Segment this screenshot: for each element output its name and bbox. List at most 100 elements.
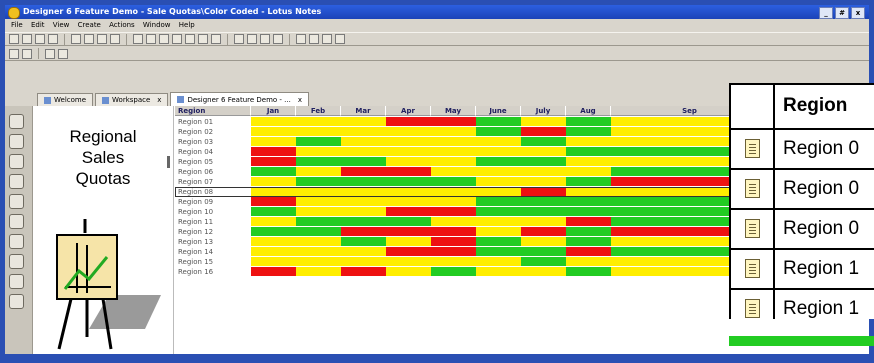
quota-cell[interactable] [566,177,611,186]
quota-cell[interactable] [251,257,296,266]
quota-cell[interactable] [341,177,386,186]
close-button[interactable]: x [851,7,865,19]
quota-cell[interactable] [431,167,476,176]
quota-cell[interactable] [566,217,611,226]
column-header[interactable]: Aug [566,106,611,116]
quota-cell[interactable] [251,177,296,186]
callout-row[interactable]: Region 0 [731,130,874,170]
quota-cell[interactable] [431,197,476,206]
callout-row[interactable]: Region 1 [731,250,874,290]
quota-cell[interactable] [251,247,296,256]
quota-cell[interactable] [476,237,521,246]
quota-cell[interactable] [251,237,296,246]
quota-cell[interactable] [341,127,386,136]
quota-cell[interactable] [341,247,386,256]
bookmark-mail-icon[interactable] [9,134,24,149]
quota-cell[interactable] [521,227,566,236]
quota-cell[interactable] [251,227,296,236]
collapse-icon[interactable] [146,34,156,44]
menu-view[interactable]: View [53,21,70,29]
quota-cell[interactable] [566,227,611,236]
quota-cell[interactable] [341,117,386,126]
column-header[interactable]: Feb [296,106,341,116]
quota-cell[interactable] [341,167,386,176]
stop-icon[interactable] [273,34,283,44]
minimize-button[interactable]: _ [819,7,833,19]
copy-icon[interactable] [84,34,94,44]
column-header[interactable]: May [431,106,476,116]
quota-cell[interactable] [521,117,566,126]
row-label[interactable]: Region 16 [175,267,251,277]
row-label[interactable]: Region 02 [175,127,251,137]
row-label[interactable]: Region 09 [175,197,251,207]
quota-cell[interactable] [386,147,431,156]
quota-cell[interactable] [521,257,566,266]
save-icon[interactable] [35,34,45,44]
bookmark-icon[interactable] [58,48,68,59]
quota-cell[interactable] [386,127,431,136]
quota-cell[interactable] [431,147,476,156]
quota-cell[interactable] [521,207,566,216]
quota-cell[interactable] [431,137,476,146]
row-label[interactable]: Region 05 [175,157,251,167]
quota-cell[interactable] [251,267,296,276]
navigator-scrollbar[interactable] [167,156,170,168]
quota-cell[interactable] [251,127,296,136]
cut-icon[interactable] [71,34,81,44]
tab-close-icon[interactable]: x [157,94,161,106]
column-header[interactable]: Jan [251,106,296,116]
quota-cell[interactable] [386,207,431,216]
quota-cell[interactable] [476,217,521,226]
quota-cell[interactable] [476,127,521,136]
quota-cell[interactable] [296,217,341,226]
quota-cell[interactable] [386,117,431,126]
quota-cell[interactable] [476,267,521,276]
quota-cell[interactable] [431,217,476,226]
back-icon[interactable] [234,34,244,44]
menu-window[interactable]: Window [143,21,171,29]
quota-cell[interactable] [476,177,521,186]
quota-cell[interactable] [296,227,341,236]
quota-cell[interactable] [251,157,296,166]
quota-cell[interactable] [521,127,566,136]
quota-cell[interactable] [431,267,476,276]
quota-cell[interactable] [296,117,341,126]
quota-cell[interactable] [341,147,386,156]
quota-cell[interactable] [296,267,341,276]
quota-cell[interactable] [476,147,521,156]
bookmark-web-icon[interactable] [9,234,24,249]
tab-designer-demo[interactable]: Designer 6 Feature Demo - ... x [170,92,309,106]
quota-cell[interactable] [476,227,521,236]
quota-cell[interactable] [476,247,521,256]
quota-cell[interactable] [341,207,386,216]
search-icon[interactable] [322,34,332,44]
bookmark-globe-icon[interactable] [9,254,24,269]
quota-cell[interactable] [521,147,566,156]
quota-cell[interactable] [386,257,431,266]
key-icon[interactable] [45,48,55,59]
quota-cell[interactable] [566,147,611,156]
quota-cell[interactable] [431,177,476,186]
forward-icon[interactable] [198,34,208,44]
callout-row[interactable]: Region 0 [731,210,874,250]
quota-cell[interactable] [341,257,386,266]
quota-cell[interactable] [296,147,341,156]
quota-cell[interactable] [521,167,566,176]
column-header[interactable]: Region [175,106,251,116]
quota-cell[interactable] [386,217,431,226]
quota-cell[interactable] [296,197,341,206]
quota-cell[interactable] [386,137,431,146]
row-label[interactable]: Region 10 [175,207,251,217]
quota-cell[interactable] [476,117,521,126]
down-icon[interactable] [172,34,182,44]
column-header[interactable]: June [476,106,521,116]
quota-cell[interactable] [521,247,566,256]
menu-actions[interactable]: Actions [109,21,135,29]
quota-cell[interactable] [431,127,476,136]
maximize-button[interactable]: # [835,7,849,19]
quota-cell[interactable] [431,257,476,266]
quota-cell[interactable] [386,197,431,206]
quota-cell[interactable] [566,197,611,206]
quota-cell[interactable] [386,267,431,276]
bookmark-calendar-icon[interactable] [9,154,24,169]
